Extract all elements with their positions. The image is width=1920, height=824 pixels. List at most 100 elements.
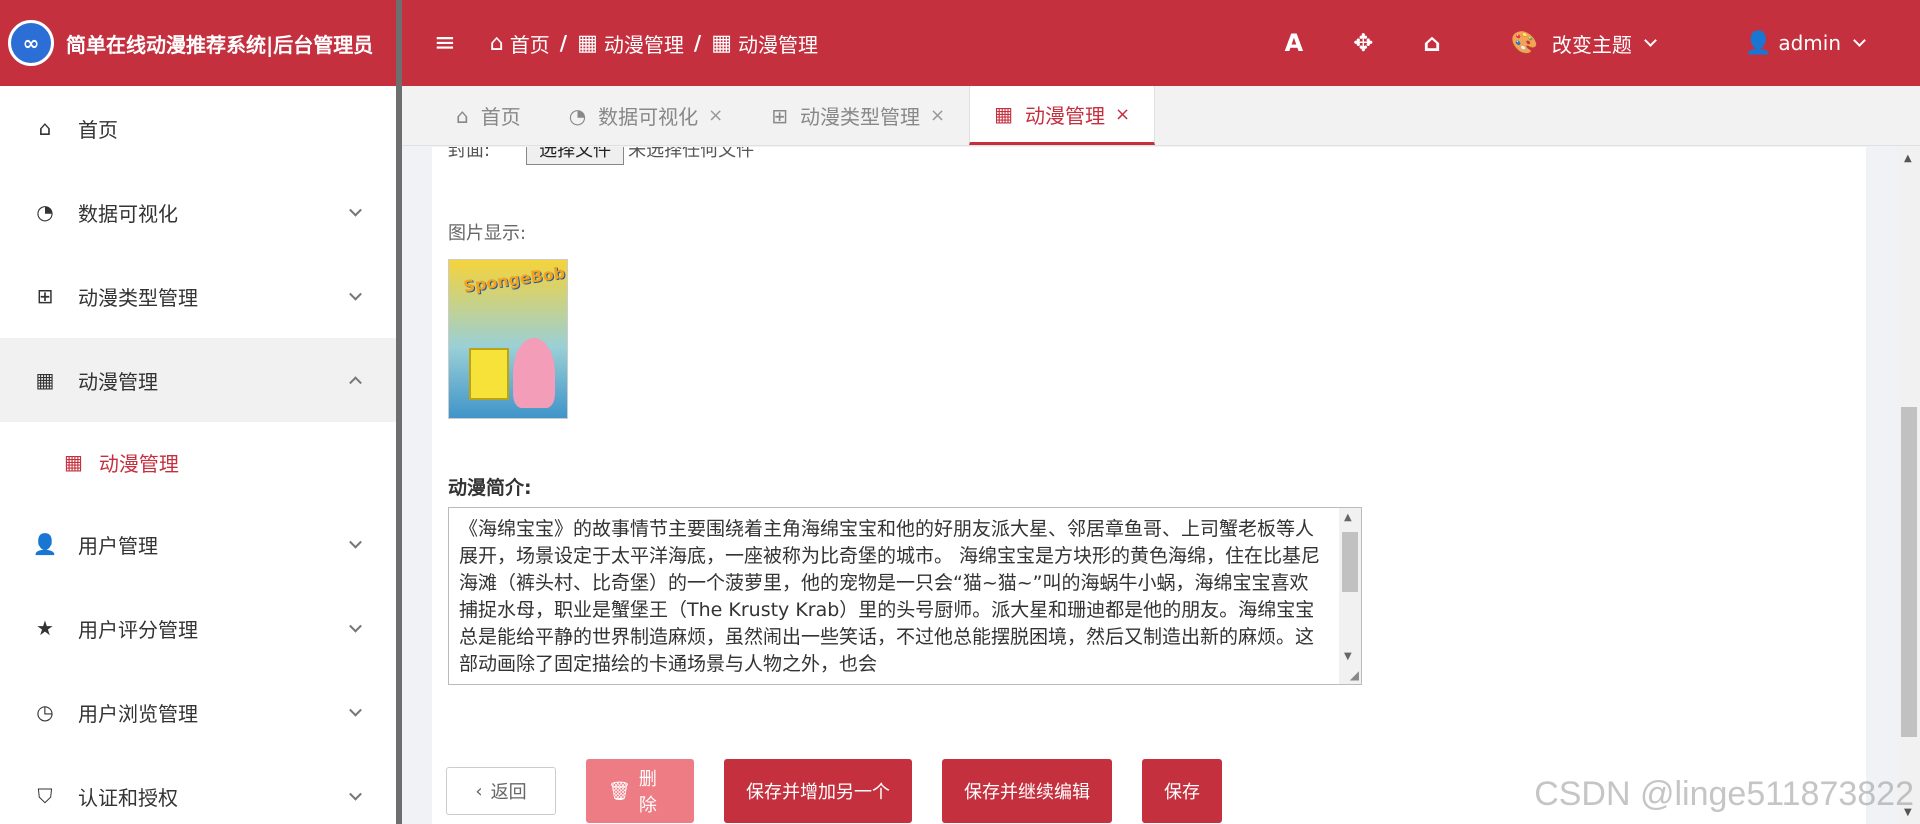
sidebar-item-label: 数据可视化 [78,201,178,226]
cover-image: SpongeBob [448,259,568,419]
sidebar-item-user-rating[interactable]: ★ 用户评分管理 [0,586,396,670]
chevron-down-icon [349,287,362,301]
close-icon[interactable]: × [930,105,945,126]
theme-label: 改变主题 [1551,32,1632,57]
trash-icon: 🗑 [608,780,631,802]
home-icon: ⌂ [456,103,469,128]
textarea-scroll-thumb[interactable] [1342,532,1358,592]
content-area: 封面: 选择文件 未选择任何文件 图片显示: SpongeBob 动漫简介: 《… [402,147,1898,824]
font-size-icon[interactable]: A [1285,29,1304,57]
scroll-down-icon[interactable]: ▼ [1344,651,1352,662]
resize-handle-icon[interactable]: ◢ [1350,668,1359,682]
sidebar-subitem-label: 动漫管理 [98,451,179,476]
sidebar-item-auth[interactable]: ⛉ 认证和授权 [0,754,396,824]
tab-anime-type[interactable]: ⊞ 动漫类型管理 × [747,86,969,145]
breadcrumb-current: ▦ 动漫管理 [711,29,818,58]
breadcrumb-separator: / [559,31,568,55]
home-icon[interactable]: ⌂ [1423,29,1440,57]
page-scrollbar[interactable]: ▲ ▼ [1898,147,1920,824]
form-actions: ‹ 返回 🗑 删除 保存并增加另一个 保存并继续编辑 保存 [446,759,1252,823]
sidebar-item-label: 动漫类型管理 [78,285,198,310]
sidebar-item-label: 用户管理 [78,533,158,558]
tab-label: 动漫管理 [1025,103,1106,128]
chevron-left-icon: ‹ [475,780,483,802]
cover-image-title: SpongeBob [462,262,567,297]
brand-header: ∞ 简单在线动漫推荐系统|后台管理员 [0,0,396,86]
image-display-label: 图片显示: [448,223,527,244]
tab-data-visualization[interactable]: ◔ 数据可视化 × [545,86,748,145]
patrick-figure [513,338,555,408]
sidebar-item-user-browse[interactable]: ◷ 用户浏览管理 [0,670,396,754]
film-icon: ▦ [64,450,83,474]
menu-toggle-icon[interactable]: ≡ [434,28,456,58]
pie-chart-icon: ◔ [36,200,54,224]
textarea-scrollbar[interactable]: ▲ ▼ [1339,508,1361,684]
cover-file-row: 封面: 选择文件 未选择任何文件 [448,147,754,165]
back-button[interactable]: ‹ 返回 [446,767,556,815]
user-name: admin [1778,31,1841,55]
top-actions: A ✥ ⌂ 🎨 改变主题 👤 admin [1285,0,1920,86]
form-panel: 封面: 选择文件 未选择任何文件 图片显示: SpongeBob 动漫简介: 《… [432,147,1866,824]
chevron-down-icon [349,535,362,549]
home-icon: ⌂ [38,116,52,140]
top-navbar: ≡ ⌂ 首页 / ▦ 动漫管理 / ▦ 动漫管理 A ✥ ⌂ 🎨 改变主题 👤 … [402,0,1920,86]
pie-chart-icon: ◔ [568,103,587,128]
breadcrumb-anime-management[interactable]: ▦ 动漫管理 [577,29,684,58]
tab-anime-management[interactable]: ▦ 动漫管理 × [969,86,1156,145]
user-check-icon: 👤 [32,532,58,556]
intro-text[interactable]: 《海绵宝宝》的故事情节主要围绕着主角海绵宝宝和他的好朋友派大星、邻居章鱼哥、上司… [449,508,1361,684]
chevron-down-icon [1853,33,1866,47]
chevron-down-icon [1644,33,1657,47]
scroll-up-icon[interactable]: ▲ [1344,512,1352,523]
home-icon: ⌂ [489,30,504,56]
intro-textarea[interactable]: 《海绵宝宝》的故事情节主要围绕着主角海绵宝宝和他的好朋友派大星、邻居章鱼哥、上司… [448,507,1362,685]
sidebar-subitem-anime-management[interactable]: ▦ 动漫管理 [0,422,396,502]
logo-icon: ∞ [8,20,54,66]
clock-icon: ◷ [36,700,54,724]
intro-label: 动漫简介: [448,477,532,499]
film-icon: ▦ [35,368,55,392]
breadcrumb-home[interactable]: ⌂ 首页 [490,29,550,58]
save-and-add-button[interactable]: 保存并增加另一个 [724,759,912,823]
tab-bar: ⌂ 首页 ◔ 数据可视化 × ⊞ 动漫类型管理 × ▦ 动漫管理 × [402,86,1920,146]
palette-icon: 🎨 [1510,30,1538,56]
star-icon: ★ [36,616,54,640]
grid-icon: ⊞ [36,284,54,308]
fullscreen-icon[interactable]: ✥ [1353,29,1373,57]
choose-file-button[interactable]: 选择文件 [526,147,625,165]
tab-label: 首页 [480,105,521,129]
sidebar-item-anime-type[interactable]: ⊞ 动漫类型管理 [0,254,396,338]
chevron-down-icon [349,703,362,717]
close-icon[interactable]: × [1115,104,1130,125]
delete-button[interactable]: 🗑 删除 [586,759,694,823]
user-icon: 👤 [1744,30,1773,56]
sidebar-item-home[interactable]: ⌂ 首页 [0,86,396,170]
breadcrumb-label: 动漫管理 [603,32,684,57]
user-dropdown[interactable]: 👤 admin [1744,30,1866,56]
sidebar-item-label: 用户评分管理 [78,617,198,642]
theme-dropdown[interactable]: 🎨 改变主题 [1510,29,1657,58]
sidebar-item-data-visualization[interactable]: ◔ 数据可视化 [0,170,396,254]
app-title: 简单在线动漫推荐系统|后台管理员 [66,32,374,57]
film-icon: ▦ [711,30,732,56]
close-icon[interactable]: × [708,105,723,126]
chevron-down-icon [349,203,362,217]
chevron-down-icon [349,619,362,633]
file-status: 未选择任何文件 [628,147,755,161]
sidebar-item-label: 用户浏览管理 [78,701,198,726]
page-scroll-thumb[interactable] [1901,407,1917,737]
sidebar: ∞ 简单在线动漫推荐系统|后台管理员 ⌂ 首页 ◔ 数据可视化 ⊞ 动漫类型管理… [0,0,396,824]
save-button[interactable]: 保存 [1142,759,1222,823]
breadcrumb: ⌂ 首页 / ▦ 动漫管理 / ▦ 动漫管理 [490,29,818,58]
delete-button-label: 删除 [638,769,657,816]
sidebar-item-anime-management[interactable]: ▦ 动漫管理 [0,338,396,422]
tab-home[interactable]: ⌂ 首页 [432,86,545,145]
sidebar-item-label: 动漫管理 [78,369,158,394]
watermark: CSDN @linge511873822 [1534,775,1914,813]
scroll-up-icon[interactable]: ▲ [1904,153,1912,164]
save-and-continue-button[interactable]: 保存并继续编辑 [942,759,1112,823]
tab-label: 动漫类型管理 [800,105,921,129]
sidebar-item-user-management[interactable]: 👤 用户管理 [0,502,396,586]
cover-label: 封面: [448,147,491,161]
spongebob-figure [469,348,509,400]
